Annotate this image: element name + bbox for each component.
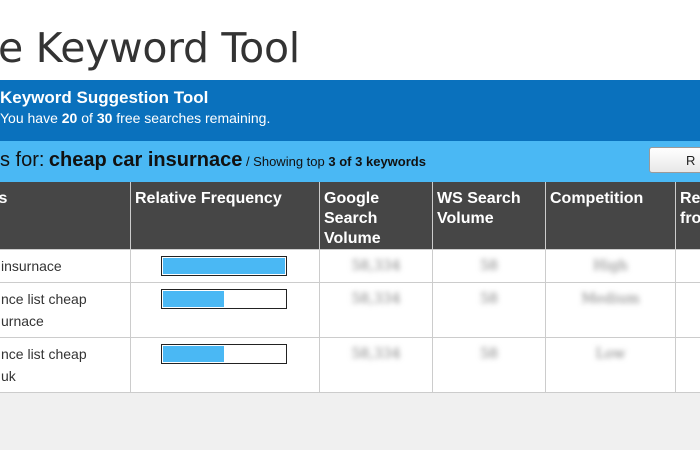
frequency-fill [163,258,285,274]
results-bar: s for: cheap car insurnace / Showing top… [0,141,700,182]
frequency-cell [130,337,320,393]
remaining-suffix: free searches remaining. [116,110,271,126]
col-relevance-header[interactable]: Re fro [675,182,700,250]
col-google-volume-header[interactable]: Google Search Volume [319,182,433,250]
table-row: nce list cheap uk 58,334 58 Low [0,337,700,393]
ws-volume-cell: 58 [432,282,546,338]
frequency-cell [130,282,320,338]
remaining-used: 20 [61,110,78,126]
col-frequency-header[interactable]: Relative Frequency [130,182,320,250]
table-row: nce list cheap urnace 58,334 58 Medium [0,282,700,338]
results-keyword: cheap car insurnace [48,149,243,171]
tool-header: Keyword Suggestion Tool You have 20 of 3… [0,80,700,141]
table-row: insurnace 58,334 58 High [0,249,700,283]
keyword-cell[interactable]: insurnace [0,249,131,283]
frequency-cell [130,249,320,283]
frequency-fill [163,291,224,307]
competition-cell: Medium [545,282,676,338]
table-header-row: s Relative Frequency Google Search Volum… [0,182,700,250]
relevance-cell [675,337,700,393]
searches-remaining: You have 20 of 30 free searches remainin… [0,110,270,126]
col-competition-header[interactable]: Competition [545,182,676,250]
google-volume-cell: 58,334 [319,337,433,393]
showing-count: 3 [328,154,336,169]
keyword-table: s Relative Frequency Google Search Volum… [0,182,700,393]
competition-cell: High [545,249,676,283]
results-showing: / Showing top 3 of 3 keywords [242,154,426,169]
remaining-total: 30 [96,110,113,126]
tool-title: Keyword Suggestion Tool [0,88,209,107]
remaining-of: of [81,110,93,126]
col-ws-volume-header[interactable]: WS Search Volume [432,182,546,250]
competition-value: Low [595,346,626,362]
ws-volume-cell: 58 [432,337,546,393]
ws-volume-value: 58 [480,258,498,274]
showing-keywords-label: keywords [365,154,426,169]
competition-cell: Low [545,337,676,393]
results-prefix: s for: [0,149,45,171]
showing-total: 3 [355,154,363,169]
competition-value: High [593,258,628,274]
frequency-bar [161,344,287,364]
google-volume-cell: 58,334 [319,282,433,338]
keyword-cell[interactable]: nce list cheap uk [0,337,131,393]
google-volume-value: 58,334 [351,291,401,307]
ws-volume-value: 58 [480,346,498,362]
google-volume-value: 58,334 [351,346,401,362]
ws-volume-cell: 58 [432,249,546,283]
showing-prefix: / Showing top [242,154,325,169]
results-summary: s for: cheap car insurnace / Showing top… [0,149,426,172]
frequency-fill [163,346,224,362]
frequency-bar [161,289,287,309]
competition-value: Medium [581,291,640,307]
showing-of: of [339,154,352,169]
col-keywords-header[interactable]: s [0,182,131,250]
google-volume-cell: 58,334 [319,249,433,283]
page-title: e Keyword Tool [0,24,300,72]
google-volume-value: 58,334 [351,258,401,274]
relevance-cell [675,282,700,338]
report-button[interactable]: R [649,147,700,173]
keyword-cell[interactable]: nce list cheap urnace [0,282,131,338]
relevance-cell [675,249,700,283]
ws-volume-value: 58 [480,291,498,307]
remaining-prefix: You have [0,110,58,126]
frequency-bar [161,256,287,276]
